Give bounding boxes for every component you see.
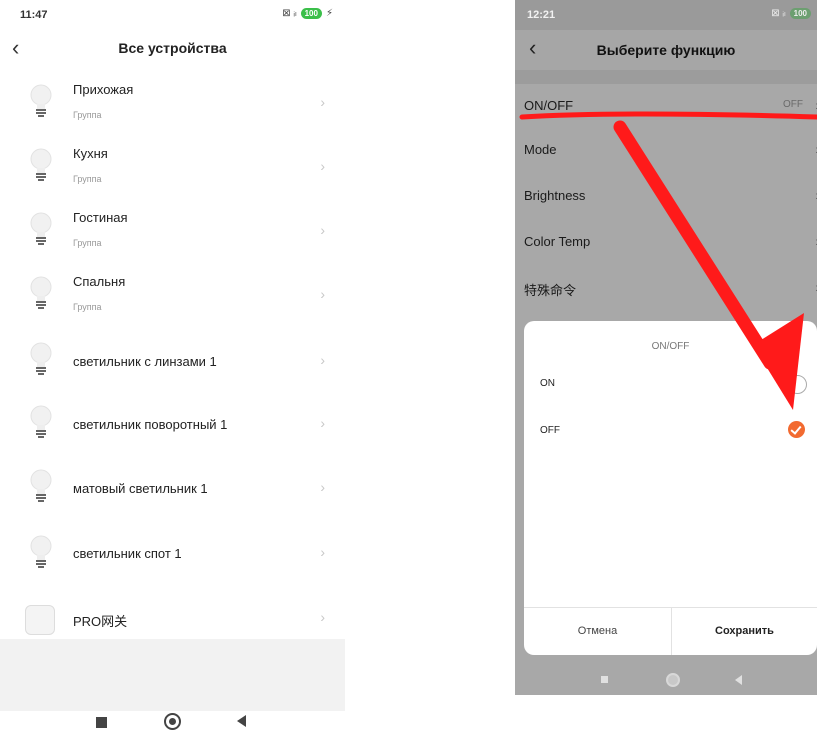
- function-row-mode[interactable]: Mode ›: [515, 128, 817, 174]
- chevron-right-icon: ›: [320, 415, 325, 431]
- device-name: Гостиная: [73, 210, 128, 225]
- device-name: светильник поворотный 1: [73, 417, 228, 432]
- left-screen: 11:47 ⊠ ᵢₗ 100 ⚡ ‹ Все устройства Прихож…: [0, 0, 345, 736]
- recent-apps-icon[interactable]: [96, 717, 107, 728]
- chevron-right-icon: ›: [320, 352, 325, 368]
- empty-area: [0, 639, 345, 711]
- status-bar: 11:47 ⊠ ᵢₗ 100 ⚡: [0, 0, 345, 30]
- function-row-special-command[interactable]: 特殊命令 ›: [515, 266, 817, 312]
- lightbulb-icon: [30, 405, 52, 438]
- lightbulb-icon: [30, 84, 52, 117]
- home-icon[interactable]: [666, 673, 680, 687]
- chevron-right-icon: ›: [320, 544, 325, 560]
- app-header: ‹ Выберите функцию: [515, 30, 817, 70]
- recent-apps-icon[interactable]: [601, 676, 608, 683]
- chevron-right-icon: ›: [320, 609, 325, 625]
- device-item-rotary-lamp[interactable]: светильник поворотный 1 ›: [0, 393, 345, 455]
- header-separator: [515, 70, 817, 84]
- back-nav-icon[interactable]: [735, 675, 742, 685]
- page-title: Все устройства: [118, 40, 227, 56]
- function-label: Mode: [524, 142, 557, 157]
- function-label: Brightness: [524, 188, 586, 203]
- radio-unchecked-icon[interactable]: [788, 375, 807, 394]
- home-icon[interactable]: [164, 713, 181, 730]
- function-label: ON/OFF: [524, 98, 574, 113]
- status-bar: 12:21 ⊠ ᵢₗ 100: [515, 0, 817, 30]
- lightbulb-icon: [30, 212, 52, 245]
- device-item-prikhozhaya[interactable]: Прихожая Группа ›: [0, 72, 345, 136]
- signal-icon: ⊠ ᵢₗ: [771, 8, 786, 19]
- device-name: матовый светильник 1: [73, 481, 208, 496]
- app-header: ‹ Все устройства: [0, 33, 345, 67]
- system-nav-bar: [515, 665, 817, 695]
- status-icons: ⊠ ᵢₗ 100 ⚡: [282, 8, 333, 19]
- page-title: Выберите функцию: [596, 42, 736, 58]
- device-item-spot-lamp[interactable]: светильник спот 1 ›: [0, 520, 345, 586]
- device-type: Группа: [73, 302, 102, 312]
- chevron-right-icon: ›: [320, 286, 325, 302]
- chevron-right-icon: ›: [320, 94, 325, 110]
- lightbulb-icon: [30, 148, 52, 181]
- gateway-icon: [25, 605, 55, 635]
- function-value: OFF: [783, 99, 803, 110]
- device-type: Группа: [73, 174, 102, 184]
- device-item-gostinaya[interactable]: Гостиная Группа ›: [0, 200, 345, 264]
- function-row-onoff[interactable]: ON/OFF OFF ›: [515, 84, 817, 130]
- device-type: Группа: [73, 110, 102, 120]
- onoff-dialog: ON/OFF ON OFF Отмена Сохранить: [524, 321, 817, 655]
- device-item-lens-lamp[interactable]: светильник с линзами 1 ›: [0, 328, 345, 393]
- lightbulb-icon: [30, 342, 52, 375]
- system-nav-bar: [0, 711, 345, 736]
- status-time: 12:21: [527, 9, 556, 21]
- lightbulb-icon: [30, 469, 52, 502]
- dialog-title: ON/OFF: [651, 341, 690, 352]
- device-name: Спальня: [73, 274, 126, 289]
- option-off-label[interactable]: OFF: [540, 425, 560, 436]
- option-on-label[interactable]: ON: [540, 378, 555, 389]
- back-nav-icon[interactable]: [237, 715, 246, 727]
- chevron-right-icon: ›: [320, 479, 325, 495]
- battery-icon: 100: [789, 8, 811, 19]
- lightbulb-icon: [30, 276, 52, 309]
- status-time: 11:47: [20, 9, 48, 21]
- charging-icon: ⚡: [325, 8, 333, 19]
- device-name: Прихожая: [73, 82, 134, 97]
- radio-checked-icon[interactable]: [788, 421, 805, 438]
- chevron-right-icon: ›: [320, 222, 325, 238]
- device-list: Прихожая Группа › Кухня Группа › Гостина…: [0, 72, 345, 652]
- chevron-right-icon: ›: [320, 158, 325, 174]
- cancel-button[interactable]: Отмена: [524, 608, 671, 655]
- function-label: 特殊命令: [524, 283, 577, 298]
- status-icons: ⊠ ᵢₗ 100: [771, 8, 811, 19]
- device-item-matte-lamp[interactable]: матовый светильник 1 ›: [0, 455, 345, 520]
- device-name: PRO网关: [73, 614, 128, 629]
- save-button[interactable]: Сохранить: [672, 608, 817, 655]
- device-item-kukhnya[interactable]: Кухня Группа ›: [0, 136, 345, 200]
- device-item-spalnya[interactable]: Спальня Группа ›: [0, 264, 345, 328]
- function-label: Color Temp: [524, 234, 591, 249]
- device-name: Кухня: [73, 146, 108, 161]
- device-name: светильник спот 1: [73, 546, 182, 561]
- device-type: Группа: [73, 238, 102, 248]
- lightbulb-icon: [30, 535, 52, 568]
- battery-icon: 100: [300, 8, 322, 19]
- function-row-color-temp[interactable]: Color Temp ›: [515, 220, 817, 266]
- function-row-brightness[interactable]: Brightness ›: [515, 174, 817, 220]
- device-name: светильник с линзами 1: [73, 354, 217, 369]
- signal-icon: ⊠ ᵢₗ: [282, 8, 297, 19]
- right-screen: 12:21 ⊠ ᵢₗ 100 ‹ Выберите функцию ON/OFF…: [515, 0, 817, 695]
